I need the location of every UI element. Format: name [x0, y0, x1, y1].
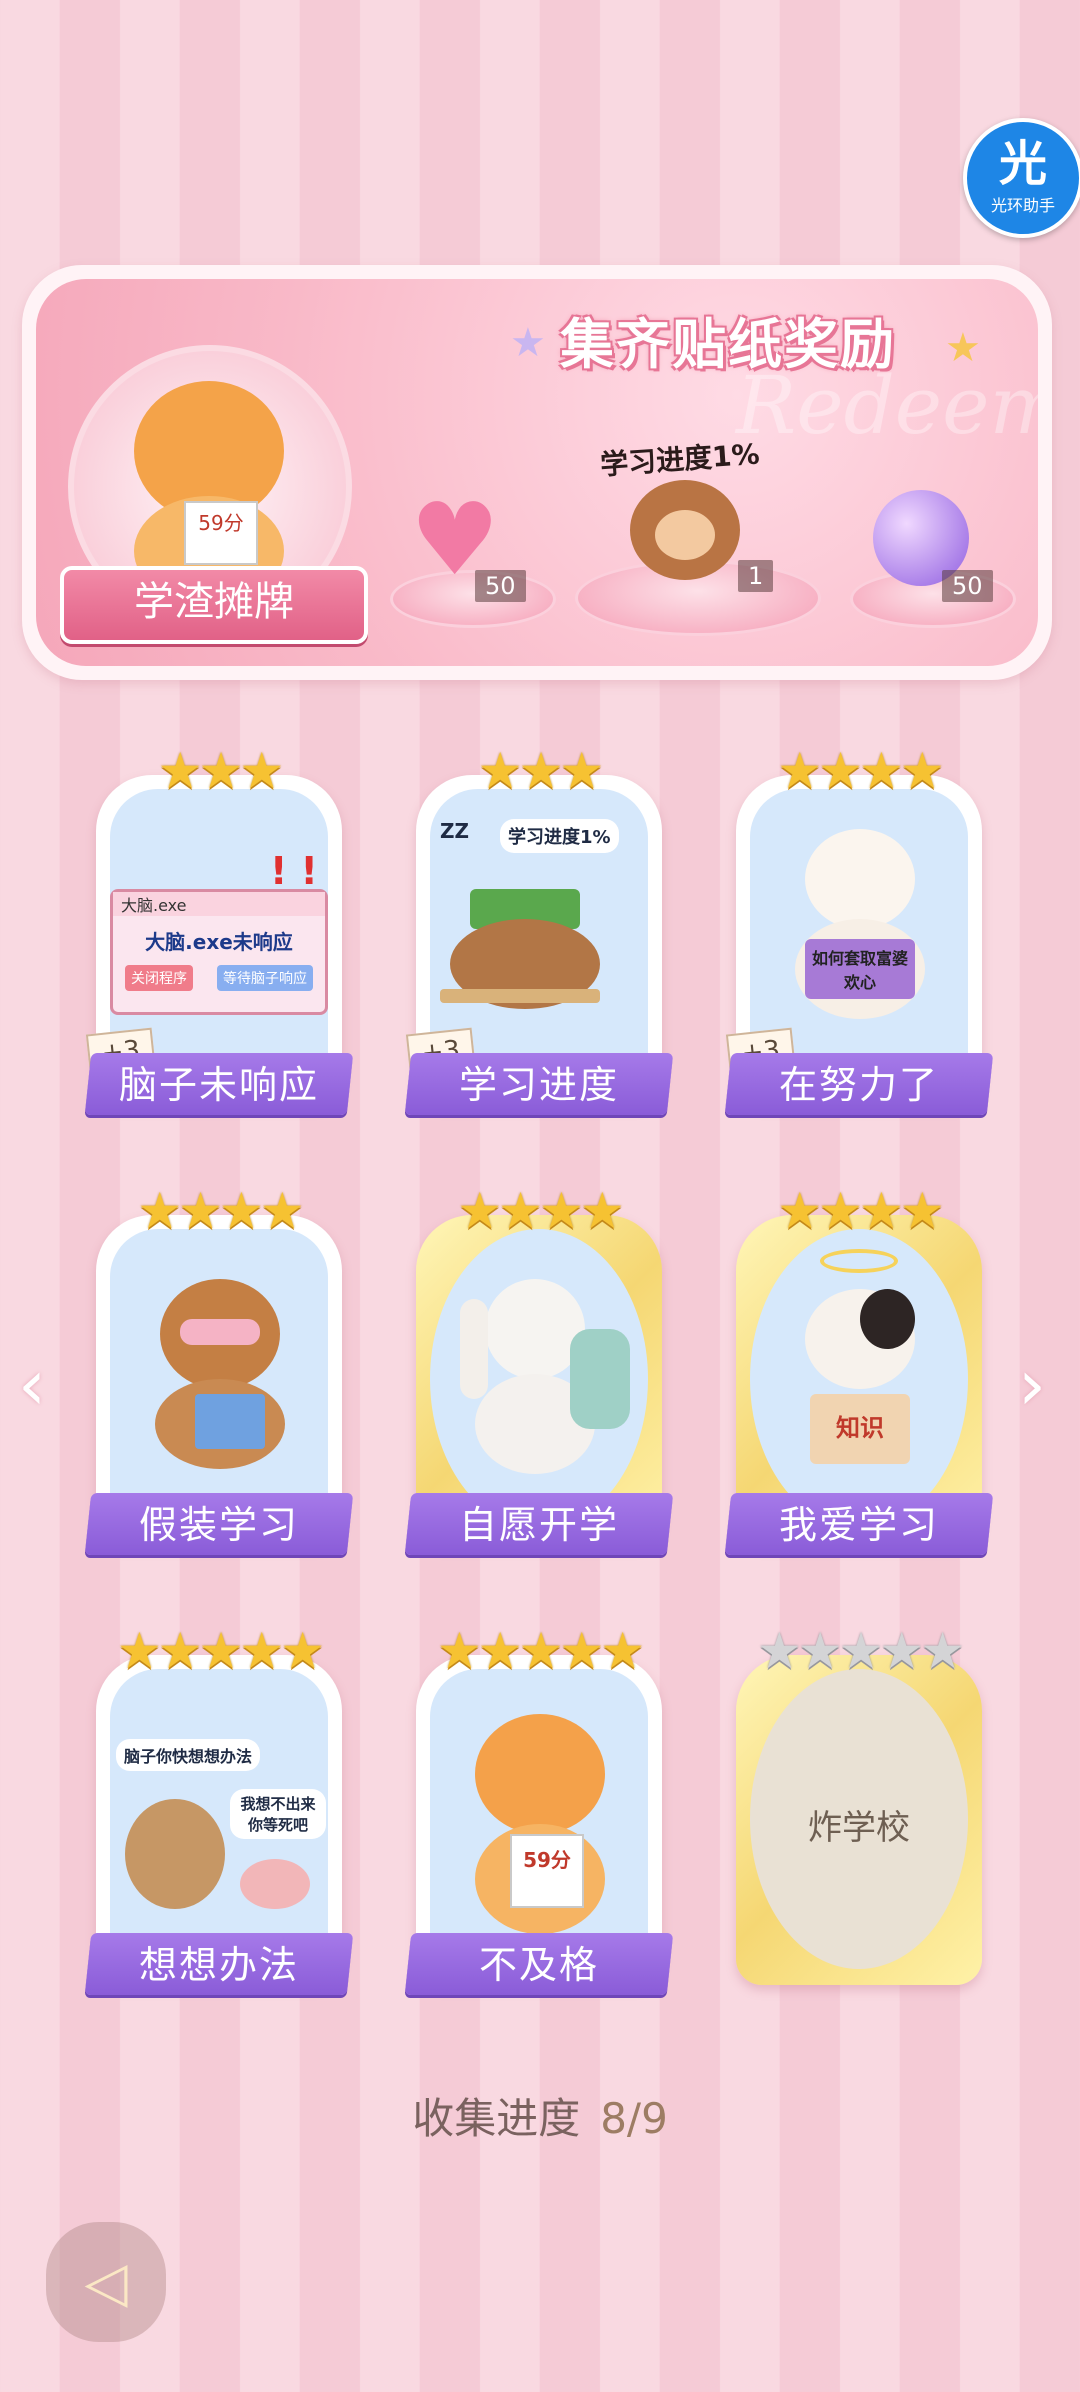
window-title: 大脑.exe — [113, 892, 325, 916]
star-rating: ★★★★ — [777, 742, 944, 800]
card-name: 我爱学习 — [778, 1503, 939, 1547]
prev-page-arrow[interactable]: ‹ — [18, 1350, 46, 1420]
card-name: 自愿开学 — [458, 1503, 619, 1547]
close-program-button: 关闭程序 — [125, 965, 193, 991]
speech-bubble-2: 我想不出来你等死吧 — [230, 1789, 326, 1839]
sticker-card[interactable]: ! ! ! 大脑.exe 大脑.exe未响应 关闭程序 等待脑子响应 +3 脑子… — [84, 742, 354, 1115]
back-arrow-icon: ◁ — [84, 2249, 128, 2315]
card-name: 脑子未响应 — [118, 1063, 319, 1107]
card-name: 想想办法 — [138, 1943, 299, 1987]
sleep-zz: ZZ — [440, 819, 470, 843]
reward-count-monkey: 1 — [738, 560, 774, 592]
sticker-card[interactable]: 如何套取富婆欢心 +3 在努力了 ★★★★ — [724, 742, 994, 1115]
card-art — [110, 1229, 328, 1529]
sticker-card[interactable]: 59分 不及格 ★★★★★ — [404, 1622, 674, 1995]
halo — [820, 1249, 898, 1273]
sticker-card-locked[interactable]: 炸学校 ★★★★★ — [736, 1622, 982, 1985]
assistant-glyph: 光 — [998, 136, 1047, 192]
sticker-card[interactable]: 脑子你快想想办法 我想不出来你等死吧 想想办法 ★★★★★ — [84, 1622, 354, 1995]
blue-book — [195, 1394, 265, 1449]
card-name: 假装学习 — [138, 1503, 299, 1547]
star-rating: ★★★ — [157, 742, 284, 800]
backpack — [570, 1329, 630, 1429]
next-page-arrow[interactable]: › — [1018, 1350, 1046, 1420]
collection-progress: 收集进度 8/9 — [0, 2085, 1080, 2146]
card-art — [430, 1229, 648, 1529]
card-name: 不及格 — [478, 1943, 599, 1987]
collection-value: 8/9 — [600, 2094, 668, 2143]
score-paper: 59分 — [184, 501, 258, 565]
wait-response-button: 等待脑子响应 — [217, 965, 313, 991]
card-name: 在努力了 — [778, 1063, 939, 1107]
score-paper: 59分 — [510, 1834, 584, 1908]
sticker-card[interactable]: 知识 我爱学习 ★★★★ — [724, 1182, 994, 1555]
card-name: 炸学校 — [808, 1808, 910, 1848]
star-rating: ★★★★ — [777, 1182, 944, 1240]
reward-count-heart: 50 — [475, 570, 526, 602]
desk — [440, 989, 600, 1003]
card-name: 学习进度 — [458, 1063, 619, 1107]
star-deco-icon-2: ★ — [945, 325, 981, 371]
speech-bubble-1: 脑子你快想想办法 — [116, 1739, 261, 1771]
sticker-card[interactable]: 假装学习 ★★★★ — [84, 1182, 354, 1555]
star-rating: ★★★★★ — [436, 1622, 645, 1680]
sleep-mask — [180, 1319, 260, 1345]
featured-sticker-ribbon: 学渣摊牌 — [60, 566, 368, 644]
error-window: 大脑.exe 大脑.exe未响应 关闭程序 等待脑子响应 — [110, 889, 328, 1015]
star-deco-icon: ★ — [510, 320, 546, 366]
reward-count-orb: 50 — [942, 570, 993, 602]
star-rating: ★★★★★ — [756, 1622, 965, 1680]
card-art: 知识 — [750, 1229, 968, 1529]
tiger-head — [475, 1714, 605, 1834]
star-rating: ★★★★★ — [116, 1622, 325, 1680]
window-message: 大脑.exe未响应 — [145, 930, 293, 954]
star-rating: ★★★★ — [457, 1182, 624, 1240]
book: 如何套取富婆欢心 — [805, 939, 915, 999]
star-rating: ★★★★ — [137, 1182, 304, 1240]
speech-bubble: 学习进度1% — [500, 819, 619, 853]
card-art: 59分 — [430, 1669, 648, 1969]
banner-title: 集齐贴纸奖励 — [560, 313, 896, 376]
card-art: 脑子你快想想办法 我想不出来你等死吧 — [110, 1669, 328, 1969]
knowledge-book: 知识 — [810, 1394, 910, 1464]
brain — [240, 1859, 310, 1909]
star-rating: ★★★ — [477, 742, 604, 800]
puppy-head — [805, 829, 915, 929]
assistant-badge[interactable]: 光 光环助手 — [963, 118, 1080, 238]
back-button[interactable]: ◁ — [46, 2222, 166, 2342]
assistant-label: 光环助手 — [990, 196, 1055, 215]
bunny-ear — [460, 1299, 488, 1399]
bear-body — [125, 1799, 225, 1909]
monkey-face — [655, 510, 715, 560]
cat-patch — [860, 1289, 915, 1349]
collection-label: 收集进度 — [412, 2094, 581, 2143]
sticker-card[interactable]: ZZ 学习进度1% +3 学习进度 ★★★ — [404, 742, 674, 1115]
sticker-card[interactable]: 自愿开学 ★★★★ — [404, 1182, 674, 1555]
